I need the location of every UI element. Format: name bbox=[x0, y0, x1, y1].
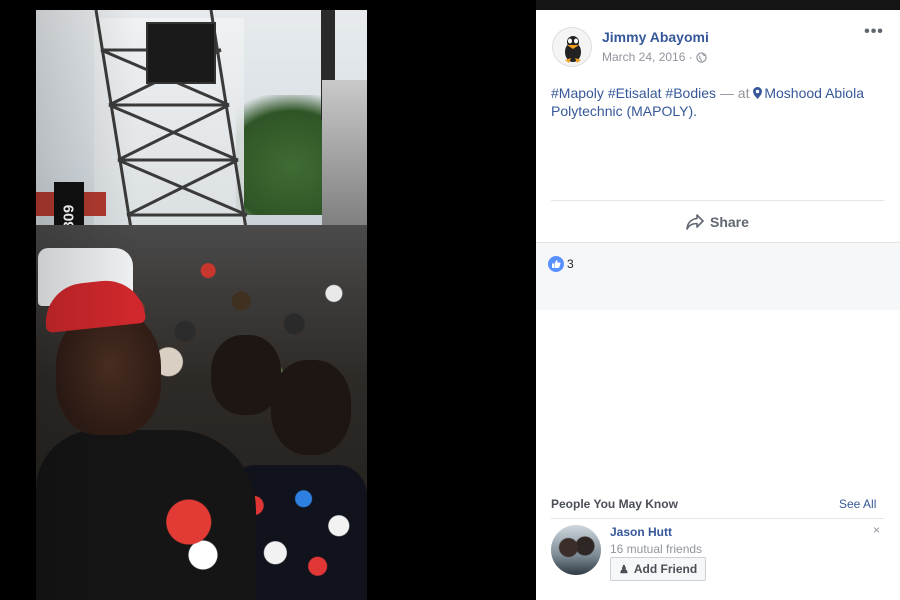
share-button[interactable]: Share bbox=[686, 212, 749, 232]
location-pin-icon bbox=[753, 87, 763, 99]
post-sidebar: Jimmy Abayomi March 24, 2016 · ••• #Mapo… bbox=[536, 10, 900, 600]
globe-icon bbox=[696, 51, 707, 63]
like-icon[interactable] bbox=[548, 256, 564, 272]
avatar-cartoon-icon bbox=[553, 28, 591, 66]
more-icon[interactable]: ••• bbox=[864, 24, 884, 40]
pymk-title: People You May Know bbox=[551, 497, 678, 511]
add-friend-icon: ♟ bbox=[619, 563, 629, 576]
add-friend-label: Add Friend bbox=[633, 562, 698, 576]
like-count[interactable]: 3 bbox=[567, 257, 574, 271]
reactions-bar: 3 bbox=[536, 242, 900, 310]
thumbs-up-icon bbox=[552, 260, 561, 268]
photo-viewer: 0809 bbox=[0, 0, 536, 600]
close-icon[interactable]: × bbox=[873, 523, 880, 537]
friend-avatar[interactable] bbox=[551, 525, 601, 575]
friend-name[interactable]: Jason Hutt bbox=[610, 525, 672, 539]
sidebar-top-strip bbox=[536, 0, 900, 10]
share-icon bbox=[686, 214, 704, 230]
see-all-link[interactable]: See All bbox=[839, 497, 876, 511]
author-avatar[interactable] bbox=[552, 27, 592, 67]
share-label: Share bbox=[710, 214, 749, 230]
hashtag-link[interactable]: #Bodies bbox=[665, 85, 716, 101]
divider bbox=[551, 200, 884, 201]
hashtag-link[interactable]: #Mapoly bbox=[551, 85, 604, 101]
author-name[interactable]: Jimmy Abayomi bbox=[602, 29, 709, 45]
hashtag-link[interactable]: #Etisalat bbox=[608, 85, 662, 101]
photo-shade bbox=[36, 10, 367, 600]
mutual-friends[interactable]: 16 mutual friends bbox=[610, 542, 702, 556]
post-meta: March 24, 2016 · bbox=[602, 50, 707, 64]
divider bbox=[551, 518, 884, 519]
post-caption: #Mapoly #Etisalat #Bodies — at Moshood A… bbox=[551, 84, 891, 120]
post-photo[interactable]: 0809 bbox=[36, 10, 367, 600]
post-date[interactable]: March 24, 2016 · bbox=[602, 50, 693, 64]
at-text: — at bbox=[719, 85, 750, 101]
add-friend-button[interactable]: ♟ Add Friend bbox=[610, 557, 707, 581]
